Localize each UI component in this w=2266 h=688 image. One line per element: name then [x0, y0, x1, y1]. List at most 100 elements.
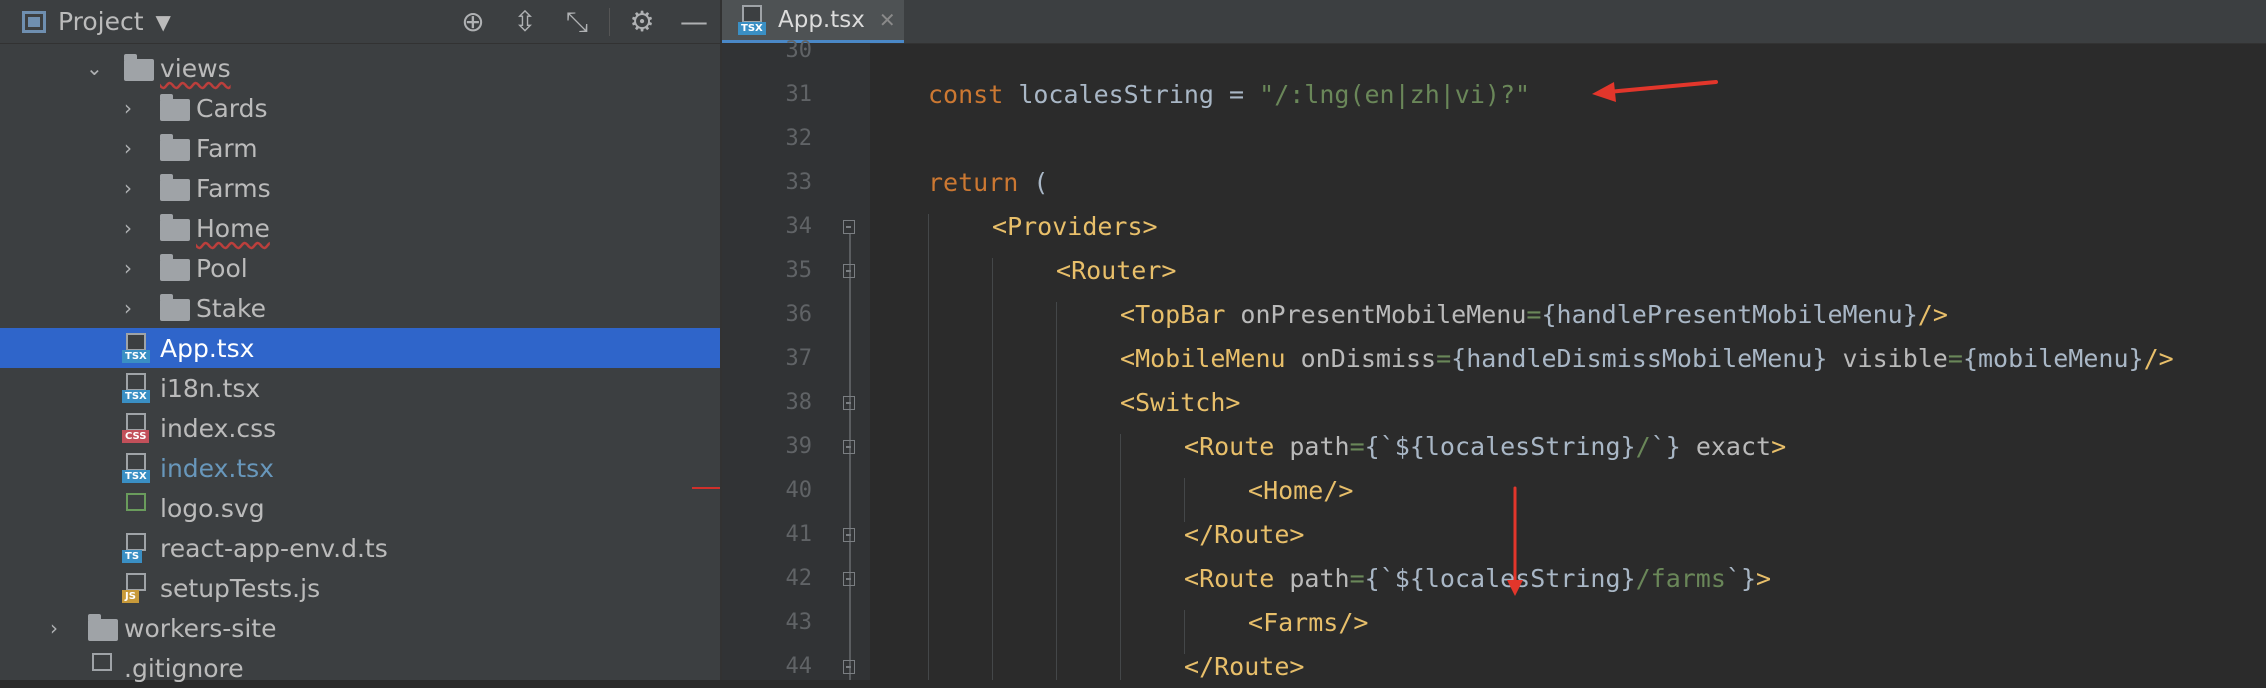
- gitignore-file-icon: [88, 653, 116, 683]
- indent-guide: [1184, 478, 1185, 522]
- tree-item-label: i18n.tsx: [160, 373, 261, 403]
- code-line-33[interactable]: return (: [928, 168, 1048, 197]
- code-line-37[interactable]: <MobileMenu onDismiss={handleDismissMobi…: [1120, 344, 2174, 373]
- code-line-41[interactable]: </Route>: [1184, 520, 1304, 549]
- chevron-right-icon[interactable]: ›: [124, 256, 132, 280]
- line-number: 31: [785, 82, 813, 107]
- tree-item-label: index.tsx: [160, 453, 274, 483]
- fold-guide-line: [849, 234, 851, 680]
- tree-item-label: Farm: [196, 133, 258, 163]
- tree-item-index-css[interactable]: CSS index.css: [0, 408, 720, 448]
- line-number: 32: [785, 126, 813, 151]
- line-number: 41: [785, 522, 813, 547]
- tab-app-tsx[interactable]: TSX App.tsx ✕: [722, 0, 904, 43]
- tree-item-label: Pool: [196, 253, 248, 283]
- minimize-icon[interactable]: —: [668, 5, 720, 38]
- code-line-36[interactable]: <TopBar onPresentMobileMenu={handlePrese…: [1120, 300, 1948, 329]
- line-number: 33: [785, 170, 813, 195]
- tree-item-app-tsx[interactable]: TSX App.tsx: [0, 328, 720, 368]
- tree-item-gitignore[interactable]: .gitignore: [0, 648, 720, 688]
- indent-guide: [1056, 302, 1057, 680]
- tree-item-setup-tests[interactable]: JS setupTests.js: [0, 568, 720, 608]
- tsx-file-icon: TSX: [122, 333, 150, 363]
- folder-icon: [160, 294, 190, 321]
- code-editor[interactable]: 30 31 32 33 34 35 36 37 38 39 40 41 42 4…: [722, 38, 2266, 681]
- code-line-44[interactable]: </Route>: [1184, 652, 1304, 681]
- fold-marker-icon[interactable]: [843, 220, 855, 234]
- tsx-file-icon: TSX: [738, 5, 766, 35]
- tree-item-index-tsx[interactable]: TSX index.tsx: [0, 448, 720, 488]
- tree-item-pool[interactable]: › Pool: [0, 248, 720, 288]
- folder-icon: [124, 54, 154, 81]
- tree-item-label: App.tsx: [160, 333, 255, 363]
- close-icon[interactable]: ✕: [879, 8, 896, 32]
- tree-item-label: workers-site: [124, 613, 277, 643]
- line-number: 34: [785, 214, 813, 239]
- tree-item-label: Cards: [196, 93, 268, 123]
- folder-icon: [160, 134, 190, 161]
- tree-item-label: setupTests.js: [160, 573, 321, 603]
- chevron-down-icon[interactable]: ⌄: [86, 56, 103, 80]
- tree-item-react-app-env[interactable]: TS react-app-env.d.ts: [0, 528, 720, 568]
- annotation-arrow-left-icon: [1592, 80, 1718, 102]
- line-number: 39: [785, 434, 813, 459]
- collapse-all-icon[interactable]: ⤡: [551, 5, 603, 39]
- tree-item-home[interactable]: › Home: [0, 208, 720, 248]
- expand-all-icon[interactable]: ⇳: [499, 5, 551, 38]
- js-file-icon: JS: [122, 573, 150, 603]
- line-number: 30: [785, 38, 813, 63]
- tree-item-label: Stake: [196, 293, 266, 323]
- tsx-file-icon: TSX: [122, 373, 150, 403]
- chevron-right-icon[interactable]: ›: [124, 296, 132, 320]
- indent-guide: [1120, 434, 1121, 680]
- project-header-toolbar: ⊕ ⇳ ⤡ ⚙ —: [447, 0, 720, 43]
- ts-file-icon: TS: [122, 533, 150, 563]
- code-line-35[interactable]: <Router>: [1056, 256, 1176, 285]
- folder-icon: [88, 614, 118, 641]
- line-number: 40: [785, 478, 813, 503]
- tree-item-label: index.css: [160, 413, 277, 443]
- chevron-down-icon[interactable]: ▼: [156, 10, 171, 34]
- tab-label: App.tsx: [778, 7, 865, 33]
- tree-item-stake[interactable]: › Stake: [0, 288, 720, 328]
- fold-marker-icon[interactable]: [843, 264, 855, 278]
- toolbar-divider: [609, 7, 610, 36]
- chevron-right-icon[interactable]: ›: [124, 216, 132, 240]
- svg-file-icon: [122, 493, 150, 523]
- gear-icon[interactable]: ⚙: [616, 5, 668, 38]
- project-title[interactable]: Project: [58, 7, 144, 36]
- css-file-icon: CSS: [122, 413, 150, 443]
- chevron-right-icon[interactable]: ›: [124, 176, 132, 200]
- fold-marker-icon[interactable]: [843, 440, 855, 454]
- tree-item-views[interactable]: ⌄ views: [0, 48, 720, 88]
- code-line-34[interactable]: <Providers>: [992, 212, 1158, 241]
- code-line-43[interactable]: <Farms/>: [1248, 608, 1368, 637]
- tree-item-workers-site[interactable]: › workers-site: [0, 608, 720, 648]
- code-line-40[interactable]: <Home/>: [1248, 476, 1353, 505]
- fold-marker-icon[interactable]: [843, 528, 855, 542]
- code-line-38[interactable]: <Switch>: [1120, 388, 1240, 417]
- fold-marker-icon[interactable]: [843, 572, 855, 586]
- tree-item-farm[interactable]: › Farm: [0, 128, 720, 168]
- tree-item-farms[interactable]: › Farms: [0, 168, 720, 208]
- tree-item-label: logo.svg: [160, 493, 265, 523]
- code-line-42[interactable]: <Route path={`${localesString}/farms`}>: [1184, 564, 1771, 593]
- code-line-31[interactable]: const localesString = "/:lng(en|zh|vi)?": [928, 80, 1530, 109]
- tree-item-label: views: [160, 53, 231, 83]
- crosshair-icon[interactable]: ⊕: [447, 5, 499, 38]
- tree-item-logo-svg[interactable]: logo.svg: [0, 488, 720, 528]
- chevron-right-icon[interactable]: ›: [124, 96, 132, 120]
- fold-marker-icon[interactable]: [843, 396, 855, 410]
- line-number: 42: [785, 566, 813, 591]
- chevron-right-icon[interactable]: ›: [124, 136, 132, 160]
- indent-guide: [992, 258, 993, 680]
- fold-marker-icon[interactable]: [843, 660, 855, 674]
- editor-tab-bar: TSX App.tsx ✕: [722, 0, 2266, 44]
- line-number: 37: [785, 346, 813, 371]
- project-panel-header: Project ▼ ⊕ ⇳ ⤡ ⚙ —: [0, 0, 720, 44]
- tree-item-cards[interactable]: › Cards: [0, 88, 720, 128]
- tree-item-i18n-tsx[interactable]: TSX i18n.tsx: [0, 368, 720, 408]
- editor-gutter: 30 31 32 33 34 35 36 37 38 39 40 41 42 4…: [722, 38, 870, 680]
- code-line-39[interactable]: <Route path={`${localesString}/`} exact>: [1184, 432, 1786, 461]
- chevron-right-icon[interactable]: ›: [50, 616, 58, 640]
